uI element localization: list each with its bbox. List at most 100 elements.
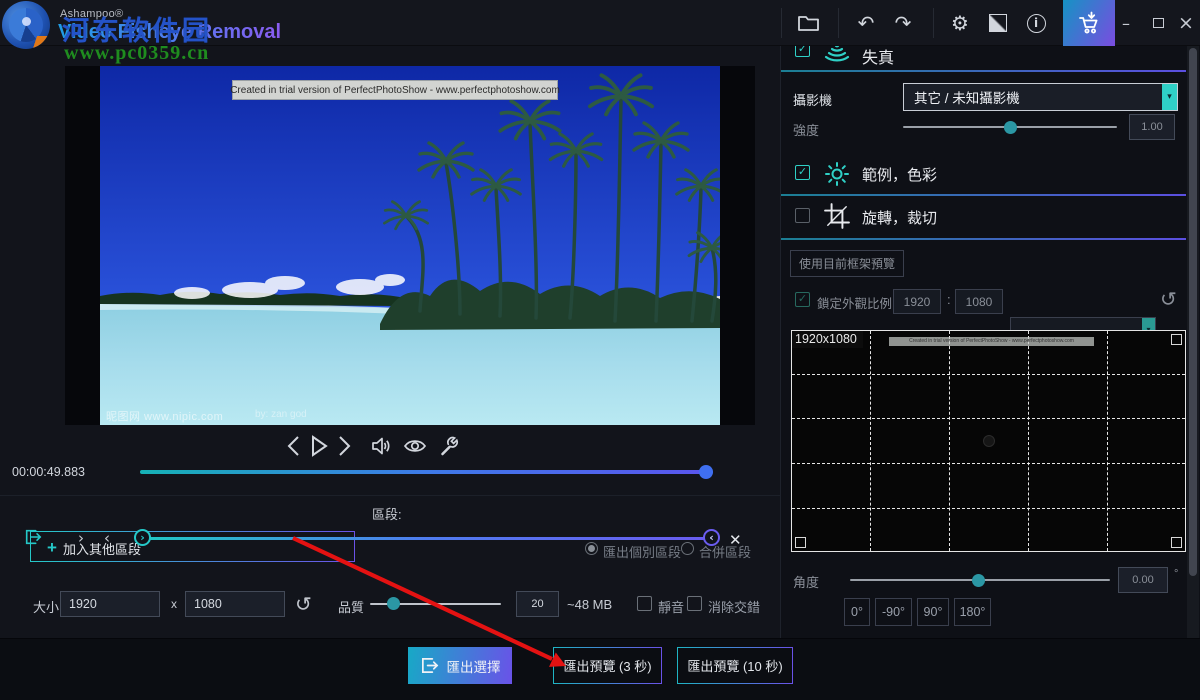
grid-line [792, 508, 1185, 509]
mute-checkbox[interactable] [637, 596, 652, 611]
undo-icon[interactable]: ↶ [848, 0, 884, 46]
grid-line [1107, 331, 1108, 551]
grid-line [1028, 331, 1029, 551]
playback-progress-bar[interactable] [140, 470, 713, 474]
camera-select[interactable]: 其它 / 未知攝影機 ▾ [903, 83, 1178, 111]
rotate-0-button[interactable]: 0° [844, 598, 870, 626]
tools-wrench-icon[interactable] [436, 433, 462, 459]
aspect-colon: : [947, 292, 951, 307]
strength-value[interactable]: 1.00 [1129, 114, 1175, 140]
toolbar-separator [933, 8, 934, 38]
width-input[interactable] [60, 591, 160, 617]
stock-watermark-credit: by: zan god [255, 409, 307, 420]
angle-value[interactable]: 0.00 [1118, 567, 1168, 593]
volume-icon[interactable] [368, 433, 394, 459]
times-label: x [171, 597, 177, 611]
plus-icon: + [47, 538, 57, 558]
minimize-button[interactable]: – [1108, 0, 1144, 46]
beach-scene [100, 66, 720, 425]
close-button[interactable]: × [1168, 0, 1200, 46]
lock-aspect-checkbox[interactable]: ✓ [795, 292, 810, 307]
chevron-down-icon[interactable]: ▾ [1162, 84, 1177, 110]
grid-line [870, 331, 871, 551]
height-input[interactable] [185, 591, 285, 617]
mute-label: 靜音 [658, 597, 684, 616]
trial-banner-mini: Created in trial version of PerfectPhoto… [889, 337, 1094, 346]
segment-start-marker[interactable]: › [134, 529, 151, 546]
redo-icon[interactable]: ↷ [885, 0, 921, 46]
open-folder-icon[interactable] [790, 0, 826, 46]
trial-banner: Created in trial version of PerfectPhoto… [232, 80, 558, 100]
section-divider [781, 238, 1186, 240]
quality-label: 品質 [338, 597, 364, 616]
export-selection-button[interactable]: 匯出選擇 [408, 647, 512, 684]
grid-line [792, 463, 1185, 464]
crop-handle-top-right[interactable] [1171, 334, 1182, 345]
size-reset-icon[interactable]: ↺ [295, 592, 312, 616]
rotate-section-title: 旋轉，裁切 [862, 207, 937, 228]
grid-line [949, 331, 950, 551]
app-logo [2, 1, 50, 49]
aspect-height-input[interactable] [955, 289, 1003, 314]
camera-select-value: 其它 / 未知攝影機 [914, 87, 1020, 107]
estimated-size: ~48 MB [567, 597, 612, 612]
segments-heading: 區段: [372, 504, 402, 523]
aspect-reset-icon[interactable]: ↺ [1160, 287, 1177, 311]
video-frame: Created in trial version of PerfectPhoto… [100, 66, 720, 425]
toolbar-separator [838, 8, 839, 38]
strength-slider-thumb[interactable] [1004, 121, 1017, 134]
camera-label: 攝影機 [793, 90, 832, 109]
color-checkbox[interactable]: ✓ [795, 165, 810, 180]
export-preview-10s-button[interactable]: 匯出預覽 (10 秒) [677, 647, 793, 684]
info-icon[interactable]: i [1018, 0, 1054, 46]
scrollbar-thumb[interactable] [1189, 48, 1197, 576]
add-segment-button[interactable]: + 加入其他區段 [30, 531, 355, 562]
segment-range-bar[interactable] [142, 537, 712, 540]
crop-handle-bottom-left[interactable] [795, 537, 806, 548]
video-panel: Created in trial version of PerfectPhoto… [65, 66, 755, 425]
theme-icon[interactable] [980, 0, 1016, 46]
playback-progress-thumb[interactable] [699, 465, 713, 479]
rotate-90-button[interactable]: 90° [917, 598, 949, 626]
add-segment-label: 加入其他區段 [63, 539, 141, 558]
crop-preview: Created in trial version of PerfectPhoto… [791, 330, 1186, 552]
aspect-width-input[interactable] [893, 289, 941, 314]
section-divider [781, 194, 1186, 196]
quality-slider-thumb[interactable] [387, 597, 400, 610]
site-watermark-url: www.pc0359.cn [64, 42, 209, 65]
strength-label: 強度 [793, 120, 819, 139]
crop-handle-bottom-right[interactable] [1171, 537, 1182, 548]
previous-frame-button[interactable] [281, 433, 307, 459]
angle-label: 角度 [793, 572, 819, 591]
deinterlace-checkbox[interactable] [687, 596, 702, 611]
crop-center-handle[interactable] [983, 435, 995, 447]
play-button[interactable] [306, 433, 332, 459]
angle-slider-thumb[interactable] [972, 574, 985, 587]
use-current-frame-button[interactable]: 使用目前框架預覽 [790, 250, 904, 277]
preview-eye-icon[interactable] [402, 433, 428, 459]
cart-icon [1076, 10, 1102, 36]
section-divider [781, 70, 1186, 72]
stock-watermark: 昵图网 www.nipic.com [106, 408, 223, 424]
settings-gear-icon[interactable]: ⚙ [942, 0, 978, 46]
rotate-180-button[interactable]: 180° [954, 598, 991, 626]
brightness-icon [824, 161, 850, 187]
export-individual-radio[interactable] [585, 542, 598, 555]
merge-segments-radio[interactable] [681, 542, 694, 555]
preview-resolution-label: 1920x1080 [792, 331, 863, 348]
distortion-section-title: 失真 [862, 44, 894, 68]
color-section-title: 範例，色彩 [862, 164, 937, 185]
rotate-checkbox[interactable] [795, 208, 810, 223]
export-preview-3s-button[interactable]: 匯出預覽 (3 秒) [553, 647, 662, 684]
divider [0, 495, 780, 496]
next-frame-button[interactable] [331, 433, 357, 459]
size-label: 大小 [33, 597, 59, 616]
grid-line [792, 418, 1185, 419]
quality-value[interactable]: 20 [516, 591, 559, 617]
export-icon [420, 656, 439, 675]
panel-divider [780, 46, 781, 638]
rotate-minus90-button[interactable]: -90° [875, 598, 912, 626]
timecode: 00:00:49.883 [12, 465, 85, 479]
toolbar-separator [781, 8, 782, 38]
export-individual-label: 匯出個別區段 [603, 542, 681, 561]
